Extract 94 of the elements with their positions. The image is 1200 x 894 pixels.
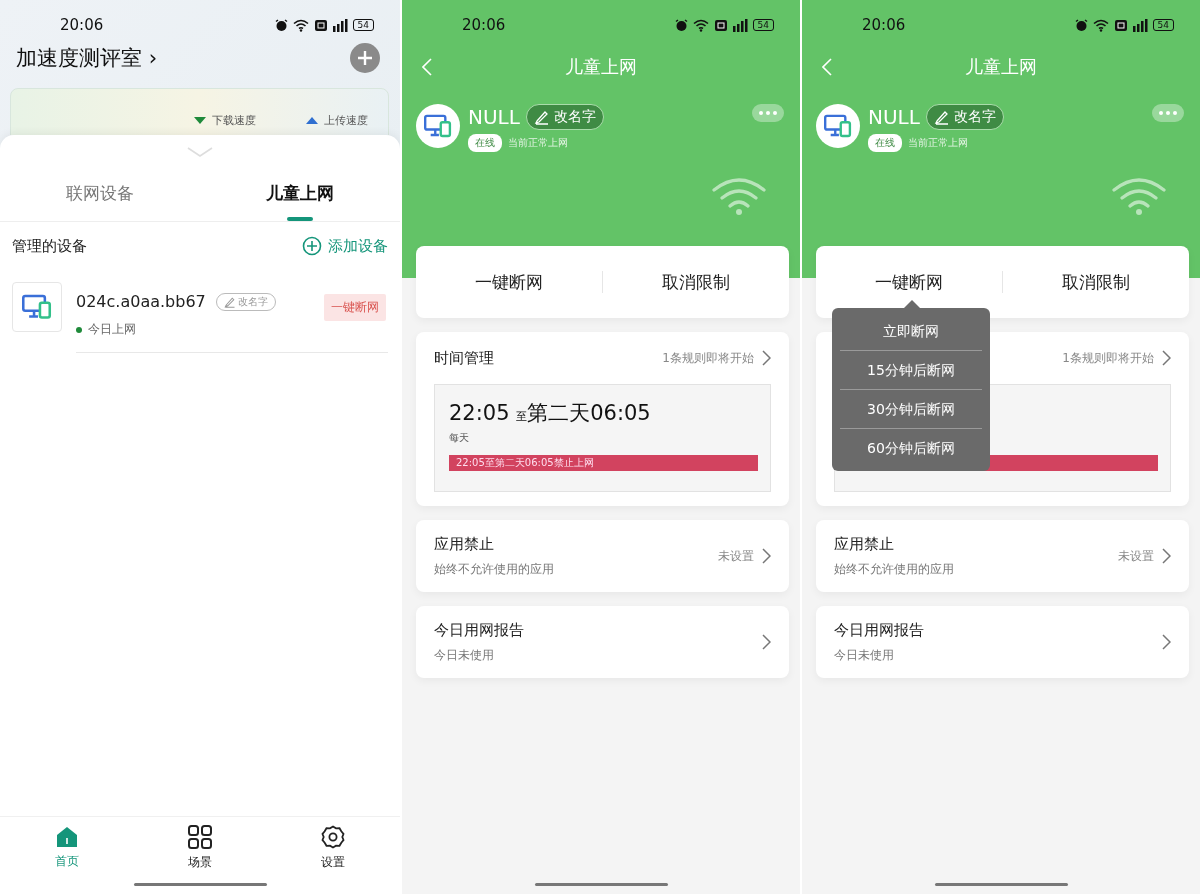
battery-level: 54 bbox=[352, 19, 374, 31]
back-icon[interactable] bbox=[422, 58, 432, 76]
add-device-button[interactable]: 添加设备 bbox=[302, 236, 388, 256]
row-value: 未设置 bbox=[1118, 547, 1154, 565]
device-name: NULL bbox=[868, 105, 920, 129]
wifi-icon bbox=[692, 18, 710, 32]
row-title: 今日用网报告 bbox=[834, 620, 925, 640]
menu-item[interactable]: 30分钟后断网 bbox=[840, 390, 982, 428]
wifi-icon bbox=[292, 18, 310, 32]
wifi-icon bbox=[1092, 18, 1110, 32]
chevron-right-icon bbox=[762, 350, 771, 366]
page-title: 儿童上网 bbox=[965, 55, 1037, 79]
hd-icon bbox=[714, 19, 727, 31]
row-subtitle: 今日未使用 bbox=[434, 646, 495, 664]
tab[interactable]: 儿童上网 bbox=[200, 173, 400, 221]
home-title[interactable]: 加速度测评室 › bbox=[16, 44, 350, 72]
row-subtitle: 始终不允许使用的应用 bbox=[434, 560, 555, 578]
nav-item[interactable]: 场景 bbox=[133, 825, 267, 871]
battery-level: 54 bbox=[752, 19, 774, 31]
signal-icon bbox=[731, 18, 748, 32]
device-status: 当前正常上网 bbox=[908, 136, 968, 150]
back-icon[interactable] bbox=[822, 58, 832, 76]
row-subtitle: 始终不允许使用的应用 bbox=[834, 560, 955, 578]
action-button[interactable]: 一键断网 bbox=[416, 246, 602, 318]
menu-item[interactable]: 15分钟后断网 bbox=[840, 351, 982, 389]
devices-icon bbox=[424, 114, 452, 138]
rule-status: 1条规则即将开始 bbox=[662, 349, 754, 367]
device-name: NULL bbox=[468, 105, 520, 129]
devices-icon bbox=[22, 294, 52, 320]
action-button[interactable]: 取消限制 bbox=[1003, 246, 1189, 318]
menu-row[interactable]: 今日用网报告 今日未使用 bbox=[816, 606, 1189, 678]
more-button[interactable] bbox=[752, 104, 784, 122]
alarm-icon bbox=[274, 18, 288, 32]
action-button[interactable]: 取消限制 bbox=[603, 246, 789, 318]
nav-item[interactable]: 首页 bbox=[0, 826, 134, 870]
settings-icon bbox=[321, 825, 346, 849]
card-title: 时间管理 bbox=[434, 348, 494, 368]
pencil-icon bbox=[933, 109, 950, 125]
hd-icon bbox=[314, 19, 327, 31]
chevron-right-icon bbox=[1162, 350, 1171, 366]
alarm-icon bbox=[674, 18, 688, 32]
rename-button[interactable]: 改名字 bbox=[525, 104, 604, 130]
signal-icon bbox=[331, 18, 348, 32]
page-title: 儿童上网 bbox=[565, 55, 637, 79]
plus-icon bbox=[358, 51, 372, 65]
wifi-icon bbox=[712, 178, 766, 216]
tab[interactable]: 联网设备 bbox=[0, 173, 200, 221]
online-badge: 在线 bbox=[468, 134, 502, 152]
online-badge: 在线 bbox=[868, 134, 902, 152]
battery-level: 54 bbox=[1152, 19, 1174, 31]
alarm-icon bbox=[1074, 18, 1088, 32]
time-card[interactable]: 时间管理 1条规则即将开始 22:05 至第二天06:05 每天 22:05至第二天06:05禁止上网 bbox=[416, 332, 789, 506]
chevron-right-icon bbox=[762, 548, 771, 564]
pencil-icon bbox=[223, 295, 236, 308]
plus-circle-icon bbox=[302, 236, 322, 256]
menu-row[interactable]: 应用禁止 始终不允许使用的应用 未设置 bbox=[816, 520, 1189, 592]
status-time: 20:06 bbox=[462, 16, 507, 34]
upload-label: 上传速度 bbox=[306, 113, 368, 127]
more-icon bbox=[759, 111, 777, 115]
add-button[interactable] bbox=[350, 43, 380, 73]
menu-row[interactable]: 今日用网报告 今日未使用 bbox=[416, 606, 789, 678]
wifi-icon bbox=[1112, 178, 1166, 216]
menu-item[interactable]: 60分钟后断网 bbox=[840, 429, 982, 467]
repeat-text: 每天 bbox=[449, 432, 469, 443]
device-status: 当前正常上网 bbox=[508, 136, 568, 150]
nav-item[interactable]: 设置 bbox=[266, 825, 400, 871]
status-time: 20:06 bbox=[60, 16, 105, 34]
row-title: 今日用网报告 bbox=[434, 620, 525, 640]
rule-status: 1条规则即将开始 bbox=[1062, 349, 1154, 367]
grid-icon bbox=[188, 825, 212, 849]
download-label: 下载速度 bbox=[194, 113, 256, 127]
pencil-icon bbox=[533, 109, 550, 125]
chevron-right-icon bbox=[762, 634, 771, 650]
chevron-right-icon bbox=[1162, 634, 1171, 650]
menu-row[interactable]: 应用禁止 始终不允许使用的应用 未设置 bbox=[416, 520, 789, 592]
row-subtitle: 今日未使用 bbox=[834, 646, 895, 664]
schedule-time: 22:05 至第二天06:05 bbox=[449, 401, 651, 425]
more-button[interactable] bbox=[1152, 104, 1184, 122]
hd-icon bbox=[1114, 19, 1127, 31]
more-icon bbox=[1159, 111, 1177, 115]
device-name: 024c.a0aa.bb67 bbox=[76, 292, 206, 311]
devices-icon bbox=[824, 114, 852, 138]
device-status: 今日上网 bbox=[88, 321, 136, 338]
status-time: 20:06 bbox=[862, 16, 907, 34]
schedule-bar: 22:05至第二天06:05禁止上网 bbox=[449, 455, 758, 471]
section-title: 管理的设备 bbox=[12, 236, 87, 256]
row-title: 应用禁止 bbox=[434, 534, 495, 554]
home-icon bbox=[54, 826, 79, 848]
row-value: 未设置 bbox=[718, 547, 754, 565]
signal-icon bbox=[1131, 18, 1148, 32]
row-title: 应用禁止 bbox=[834, 534, 895, 554]
rename-button[interactable]: 改名字 bbox=[925, 104, 1004, 130]
collapse-icon[interactable] bbox=[187, 147, 213, 157]
chevron-right-icon bbox=[1162, 548, 1171, 564]
